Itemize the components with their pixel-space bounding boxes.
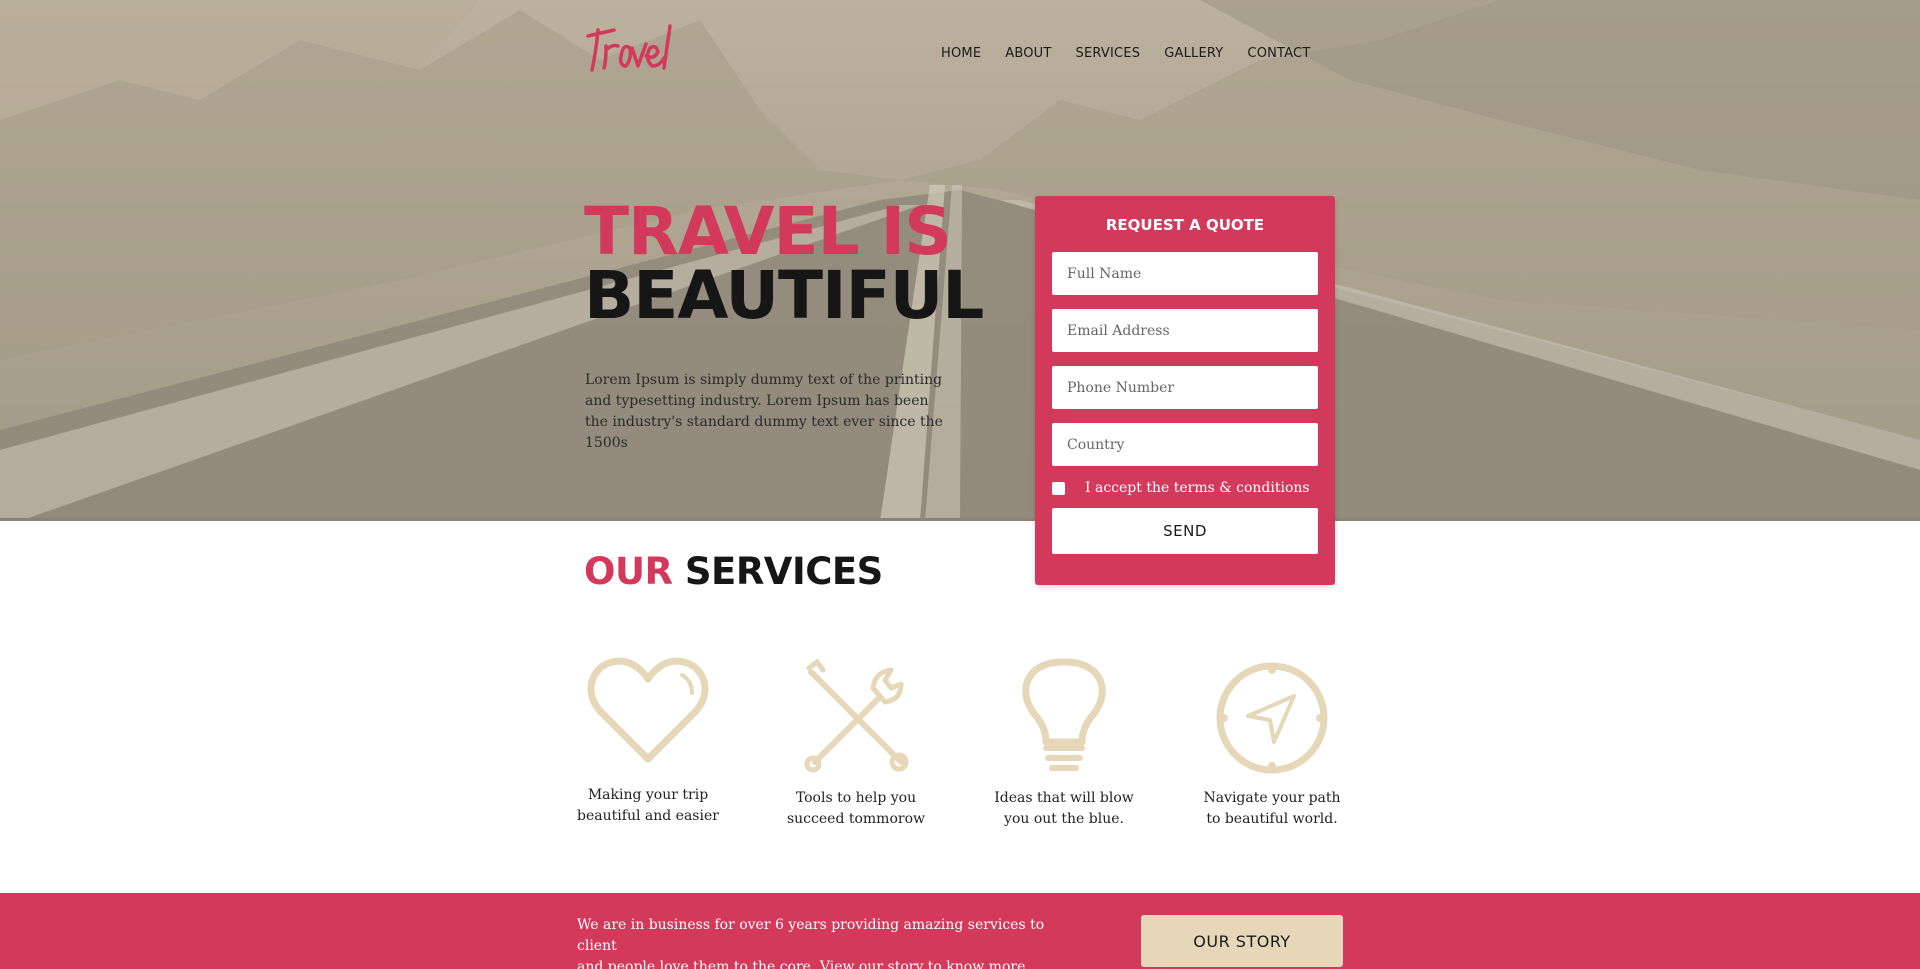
headline-line-1: TRAVEL IS bbox=[584, 193, 952, 270]
service-text-line-2: you out the blue. bbox=[1004, 811, 1124, 827]
country-field[interactable] bbox=[1052, 423, 1318, 466]
story-message-line-2: and people love them to the core. View o… bbox=[577, 959, 1030, 969]
service-text-line-2: to beautiful world. bbox=[1206, 811, 1338, 827]
quote-form: REQUEST A QUOTE I accept the terms & con… bbox=[1035, 196, 1335, 585]
compass-icon bbox=[1216, 662, 1328, 774]
story-message-line-1: We are in business for over 6 years prov… bbox=[577, 917, 1045, 954]
service-item-ideas: Ideas that will blow you out the blue. bbox=[974, 658, 1154, 830]
terms-row: I accept the terms & conditions bbox=[1052, 480, 1318, 496]
lightbulb-icon bbox=[1022, 658, 1106, 771]
quote-title: REQUEST A QUOTE bbox=[1105, 216, 1265, 234]
story-message: We are in business for over 6 years prov… bbox=[577, 915, 1047, 969]
tools-icon bbox=[804, 658, 909, 773]
nav-services[interactable]: SERVICES bbox=[1076, 46, 1141, 61]
travel-logo[interactable] bbox=[584, 22, 688, 79]
send-button[interactable]: SEND bbox=[1052, 508, 1318, 554]
service-item-navigate: Navigate your path to beautiful world. bbox=[1182, 658, 1362, 830]
service-text-line-1: Making your trip bbox=[587, 787, 709, 803]
service-text-line-1: Tools to help you bbox=[795, 790, 917, 806]
hero-section: HOME ABOUT SERVICES GALLERY CONTACT TRAV… bbox=[0, 0, 1920, 521]
full-name-field[interactable] bbox=[1052, 252, 1318, 295]
terms-checkbox[interactable] bbox=[1052, 481, 1065, 495]
terms-label: I accept the terms & conditions bbox=[1085, 480, 1310, 496]
nav-gallery[interactable]: GALLERY bbox=[1164, 46, 1223, 61]
services-title-services: SERVICES bbox=[684, 550, 883, 593]
nav-about[interactable]: ABOUT bbox=[1005, 46, 1051, 61]
services-title: OUR SERVICES bbox=[584, 550, 883, 593]
nav-contact[interactable]: CONTACT bbox=[1247, 46, 1310, 61]
our-story-button[interactable]: OUR STORY bbox=[1141, 915, 1343, 967]
service-item-tools: Tools to help you succeed tommorow bbox=[766, 658, 946, 830]
hero-intro-text: Lorem Ipsum is simply dummy text of the … bbox=[585, 372, 943, 451]
nav-home[interactable]: HOME bbox=[941, 46, 981, 61]
email-field[interactable] bbox=[1052, 309, 1318, 352]
travel-logo-mark bbox=[586, 24, 672, 72]
service-text-line-1: Ideas that will blow bbox=[994, 790, 1134, 806]
story-band: We are in business for over 6 years prov… bbox=[0, 893, 1920, 969]
service-text-line-2: beautiful and easier bbox=[577, 808, 719, 824]
heart-icon bbox=[587, 657, 709, 763]
headline-line-2: BEAUTIFUL bbox=[584, 257, 984, 334]
service-item-trip: Making your trip beautiful and easier bbox=[558, 655, 738, 827]
phone-field[interactable] bbox=[1052, 366, 1318, 409]
hero-headline: TRAVEL IS BEAUTIFUL bbox=[584, 193, 984, 334]
service-text-line-1: Navigate your path bbox=[1203, 790, 1341, 806]
main-nav: HOME ABOUT SERVICES GALLERY CONTACT bbox=[941, 46, 1310, 61]
services-title-our: OUR bbox=[584, 550, 673, 593]
service-text-line-2: succeed tommorow bbox=[786, 811, 925, 827]
